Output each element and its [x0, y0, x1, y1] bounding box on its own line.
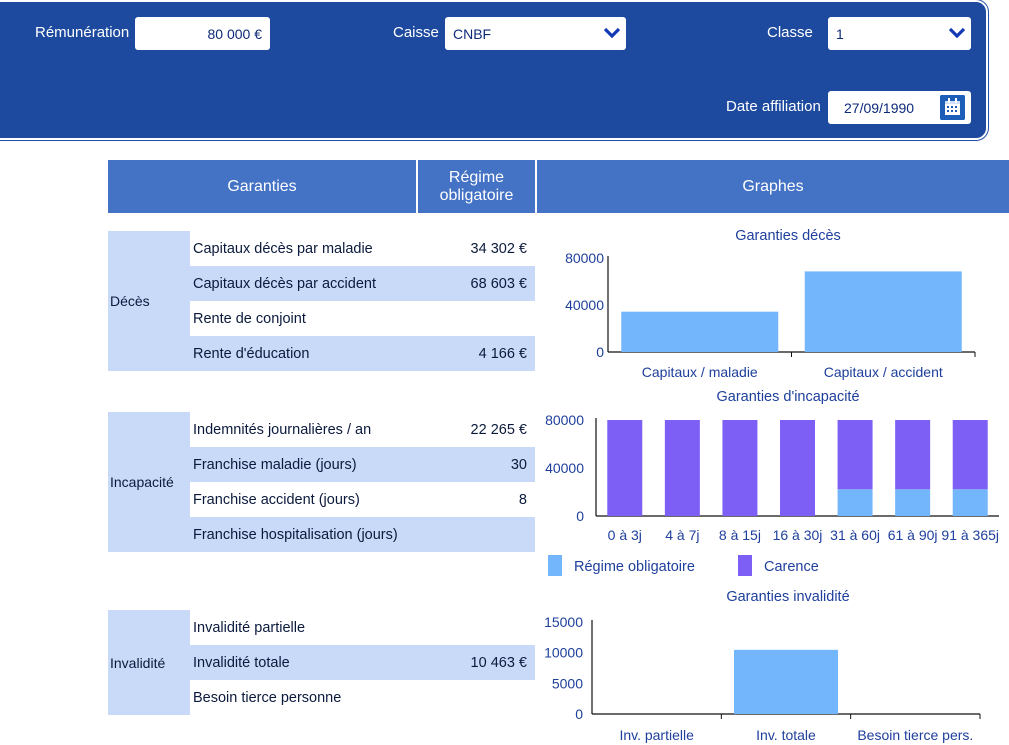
- y-tick-label: 40000: [545, 460, 584, 476]
- table-row: Franchise maladie (jours) 30: [190, 447, 535, 482]
- row-value: 8: [518, 491, 527, 508]
- bar-carence: [837, 420, 873, 490]
- bar-carence: [895, 420, 931, 490]
- row-label: Rente d'éducation: [193, 345, 310, 362]
- chart-title-invalidite: Garanties invalidité: [726, 589, 850, 605]
- chart-invalidite: 0 5000 10000 15000 Inv. partielle Inv. totale…: [544, 614, 981, 743]
- y-tick-label: 15000: [544, 614, 583, 630]
- classe-label: Classe: [767, 24, 813, 41]
- table-row: Rente d'éducation 4 166 €: [190, 336, 535, 371]
- table-row: Indemnités journalières / an 22 265 €: [190, 412, 535, 447]
- bar: [734, 649, 838, 714]
- row-label: Indemnités journalières / an: [193, 421, 372, 438]
- category-incapacite: Incapacité: [108, 412, 190, 552]
- bar: [621, 311, 779, 352]
- bar-carence: [952, 420, 988, 490]
- chart-deces: 0 40000 80000 Capitaux / maladie Capitaux / …: [565, 250, 976, 380]
- remuneration-label: Rémunération: [35, 24, 130, 41]
- table-row: Invalidité totale 10 463 €: [190, 645, 535, 680]
- x-tick-label: Capitaux / accident: [824, 364, 943, 380]
- row-label: Franchise maladie (jours): [193, 456, 357, 473]
- table-row: Invalidité partielle: [190, 610, 535, 645]
- table-row: Franchise accident (jours) 8: [190, 482, 535, 517]
- chevron-down-icon: [604, 27, 620, 39]
- chart-incapacite: 0 40000 80000 0 à 3j 4 à 7j 8 à 15j 16 à 30j 31…: [545, 412, 999, 576]
- x-tick-label: Capitaux / maladie: [642, 364, 758, 380]
- chart-title-incapacite: Garanties d'incapacité: [716, 389, 860, 405]
- y-tick-label: 40000: [565, 297, 604, 313]
- row-label: Invalidité partielle: [193, 619, 306, 636]
- row-label: Franchise hospitalisation (jours): [193, 526, 398, 543]
- legend-label: Régime obligatoire: [574, 559, 695, 575]
- chevron-down-icon: [949, 27, 965, 39]
- col-graphes: Graphes: [742, 177, 804, 195]
- bar: [804, 271, 962, 352]
- row-label: Rente de conjoint: [193, 310, 306, 327]
- bar-carence: [607, 420, 643, 516]
- row-value: 30: [510, 456, 527, 473]
- caisse-value: CNBF: [453, 25, 492, 42]
- category-deces: Décès: [108, 231, 190, 371]
- row-value: 68 603 €: [470, 275, 527, 292]
- y-tick-label: 0: [575, 706, 583, 722]
- caisse-select[interactable]: CNBF: [445, 17, 626, 50]
- classe-select[interactable]: 1: [828, 17, 971, 50]
- x-tick-label: Besoin tierce pers.: [857, 727, 973, 743]
- date-affiliation-label: Date affiliation: [726, 98, 821, 115]
- row-value: 4 166 €: [478, 345, 527, 362]
- table-row: Rente de conjoint: [190, 301, 535, 336]
- x-tick-label: 16 à 30j: [773, 527, 823, 543]
- row-value: 22 265 €: [470, 421, 527, 438]
- bar-regime: [952, 489, 988, 516]
- table-row: Besoin tierce personne: [190, 680, 535, 715]
- category-invalidite: Invalidité: [108, 610, 190, 715]
- legend-swatch: [548, 555, 562, 576]
- x-tick-label: 8 à 15j: [719, 527, 761, 543]
- row-label: Capitaux décès par maladie: [193, 240, 373, 257]
- chart-title-deces: Garanties décès: [735, 228, 841, 244]
- table-row: Franchise hospitalisation (jours): [190, 517, 535, 552]
- y-tick-label: 0: [576, 508, 584, 524]
- x-tick-label: 31 à 60j: [830, 527, 880, 543]
- date-affiliation-input[interactable]: 27/09/1990: [828, 91, 971, 124]
- table-header: Garanties Régime obligatoire Graphes: [108, 160, 1009, 213]
- y-tick-label: 80000: [545, 412, 584, 428]
- table-row: Capitaux décès par maladie 34 302 €: [190, 231, 535, 266]
- table-row: Capitaux décès par accident 68 603 €: [190, 266, 535, 301]
- bar-carence: [664, 420, 700, 516]
- x-tick-label: 4 à 7j: [665, 527, 699, 543]
- bar-regime: [895, 489, 931, 516]
- caisse-label: Caisse: [393, 24, 439, 41]
- calendar-icon[interactable]: [940, 95, 965, 120]
- bar-carence: [780, 420, 815, 516]
- col-garanties: Garanties: [227, 177, 297, 195]
- x-tick-label: 91 à 365j: [941, 527, 999, 543]
- row-value: 34 302 €: [470, 240, 527, 257]
- x-tick-label: Inv. partielle: [619, 727, 694, 743]
- legend-swatch: [738, 555, 752, 576]
- y-tick-label: 5000: [552, 675, 583, 691]
- x-tick-label: 61 à 90j: [888, 527, 938, 543]
- date-value: 27/09/1990: [844, 99, 915, 116]
- y-tick-label: 10000: [544, 645, 583, 661]
- remuneration-input[interactable]: 80 000 €: [135, 17, 270, 50]
- legend-label: Carence: [764, 559, 819, 575]
- x-tick-label: Inv. totale: [756, 727, 816, 743]
- row-value: 10 463 €: [470, 654, 527, 671]
- row-label: Invalidité totale: [193, 654, 290, 671]
- row-label: Capitaux décès par accident: [193, 275, 376, 292]
- y-tick-label: 0: [596, 344, 604, 360]
- y-tick-label: 80000: [565, 250, 604, 266]
- bar-regime: [837, 489, 873, 516]
- row-label: Franchise accident (jours): [193, 491, 360, 508]
- classe-value: 1: [836, 25, 844, 42]
- x-tick-label: 0 à 3j: [608, 527, 642, 543]
- row-label: Besoin tierce personne: [193, 689, 342, 706]
- bar-carence: [722, 420, 758, 516]
- col-regime: Régime obligatoire: [439, 168, 514, 204]
